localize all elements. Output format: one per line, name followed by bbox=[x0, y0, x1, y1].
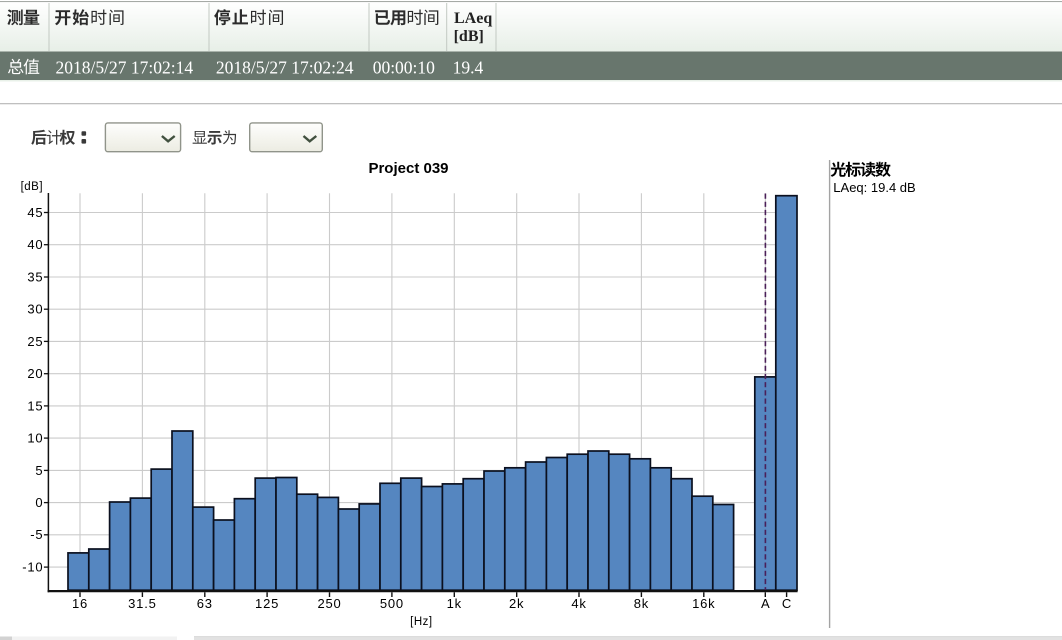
svg-text:30: 30 bbox=[27, 302, 43, 317]
svg-text:2018/5/27 17:02:14: 2018/5/27 17:02:14 bbox=[56, 57, 194, 77]
svg-text:500: 500 bbox=[380, 596, 404, 611]
svg-text:1k: 1k bbox=[447, 596, 462, 611]
svg-text:2018/5/27 17:02:24: 2018/5/27 17:02:24 bbox=[216, 57, 354, 77]
svg-text:19.4: 19.4 bbox=[453, 57, 484, 77]
svg-text:-5: -5 bbox=[30, 527, 43, 542]
svg-text:[dB]: [dB] bbox=[21, 181, 43, 193]
svg-text:16: 16 bbox=[72, 596, 88, 611]
svg-text:00:00:10: 00:00:10 bbox=[373, 57, 435, 77]
svg-text:[dB]: [dB] bbox=[454, 28, 484, 45]
svg-text:Project 039: Project 039 bbox=[368, 160, 448, 177]
svg-text:C: C bbox=[782, 596, 791, 611]
svg-text:0: 0 bbox=[35, 495, 43, 510]
svg-text:16k: 16k bbox=[692, 596, 715, 611]
svg-text:63: 63 bbox=[197, 596, 213, 611]
svg-text:LAeq: LAeq bbox=[454, 10, 492, 27]
svg-text:2k: 2k bbox=[509, 596, 524, 611]
svg-text:35: 35 bbox=[27, 269, 43, 284]
svg-text:15: 15 bbox=[27, 398, 43, 413]
svg-text:40: 40 bbox=[27, 237, 43, 252]
svg-text:8k: 8k bbox=[634, 596, 649, 611]
svg-text:5: 5 bbox=[35, 463, 43, 478]
svg-text:20: 20 bbox=[27, 366, 43, 381]
svg-text:45: 45 bbox=[27, 205, 43, 220]
svg-text:4k: 4k bbox=[571, 596, 586, 611]
svg-text:125: 125 bbox=[255, 596, 279, 611]
svg-text:25: 25 bbox=[27, 334, 43, 349]
svg-text:31.5: 31.5 bbox=[128, 596, 157, 611]
svg-text:250: 250 bbox=[317, 596, 341, 611]
svg-text:10: 10 bbox=[27, 431, 43, 446]
svg-text:[Hz]: [Hz] bbox=[410, 616, 432, 628]
svg-text:LAeq: 19.4 dB: LAeq: 19.4 dB bbox=[833, 180, 915, 195]
svg-text:-10: -10 bbox=[22, 560, 43, 575]
svg-text:A: A bbox=[761, 596, 770, 611]
